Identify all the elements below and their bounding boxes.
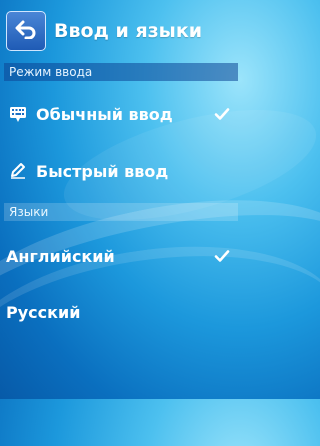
back-button[interactable] <box>6 11 46 51</box>
pencil-icon <box>8 161 28 181</box>
header-bar: Ввод и языки <box>0 0 240 62</box>
back-arrow-icon <box>15 19 37 43</box>
keypad-icon <box>8 104 28 124</box>
section-header-input-mode: Режим ввода <box>4 63 238 81</box>
list-item-label: Английский <box>6 246 115 266</box>
list-item-label: Быстрый ввод <box>36 161 169 181</box>
list-item-quick-input[interactable]: Быстрый ввод <box>0 146 240 196</box>
page-title: Ввод и языки <box>54 20 203 42</box>
list-item-english[interactable]: Английский <box>0 231 240 281</box>
checkmark-icon <box>214 248 230 264</box>
list-item-normal-input[interactable]: Обычный ввод <box>0 89 240 139</box>
section-header-languages: Языки <box>4 203 238 221</box>
list-item-label: Русский <box>6 302 81 322</box>
list-item-label: Обычный ввод <box>36 104 173 124</box>
checkmark-icon <box>214 106 230 122</box>
list-item-russian[interactable]: Русский <box>0 287 240 337</box>
